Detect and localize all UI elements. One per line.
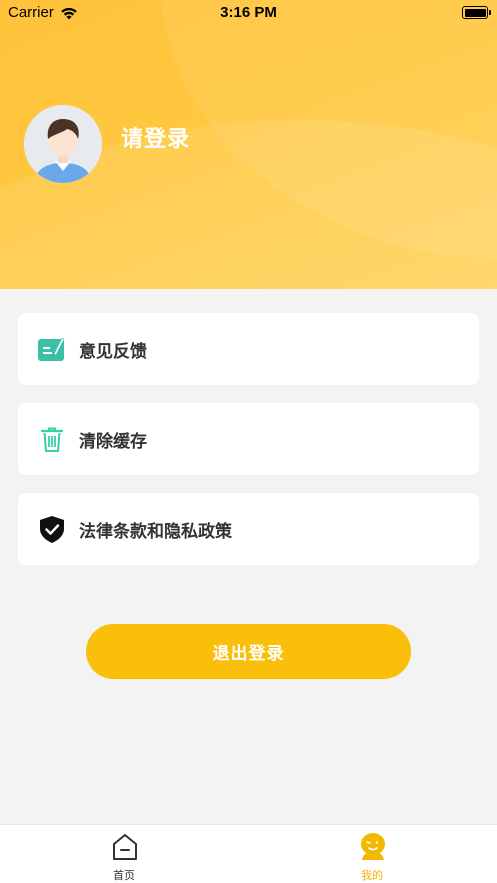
feedback-icon xyxy=(38,337,65,361)
tab-bar: 首页 我的 xyxy=(0,824,497,883)
menu-item-label: 法律条款和隐私政策 xyxy=(79,521,232,542)
home-icon xyxy=(113,834,137,860)
battery-icon xyxy=(462,6,491,19)
menu-item-feedback[interactable]: 意见反馈 xyxy=(18,313,479,385)
tab-mine[interactable]: 我的 xyxy=(312,825,432,883)
tab-label: 首页 xyxy=(113,869,135,882)
login-prompt[interactable]: 请登录 xyxy=(121,121,190,153)
user-avatar-icon xyxy=(24,105,102,183)
status-time: 3:16 PM xyxy=(220,4,277,21)
menu-item-clear-cache[interactable]: 清除缓存 xyxy=(18,403,479,475)
status-bar: Carrier 3:16 PM xyxy=(0,0,497,26)
menu-item-label: 意见反馈 xyxy=(79,341,147,362)
tab-home[interactable]: 首页 xyxy=(64,825,184,883)
avatar[interactable] xyxy=(24,105,102,183)
tab-label: 我的 xyxy=(361,869,383,882)
shield-check-icon xyxy=(40,516,64,543)
profile-face-icon xyxy=(361,833,385,860)
menu-item-legal-privacy[interactable]: 法律条款和隐私政策 xyxy=(18,493,479,565)
logout-button[interactable]: 退出登录 xyxy=(86,624,411,679)
trash-icon xyxy=(40,427,64,452)
menu-item-label: 清除缓存 xyxy=(79,431,147,452)
